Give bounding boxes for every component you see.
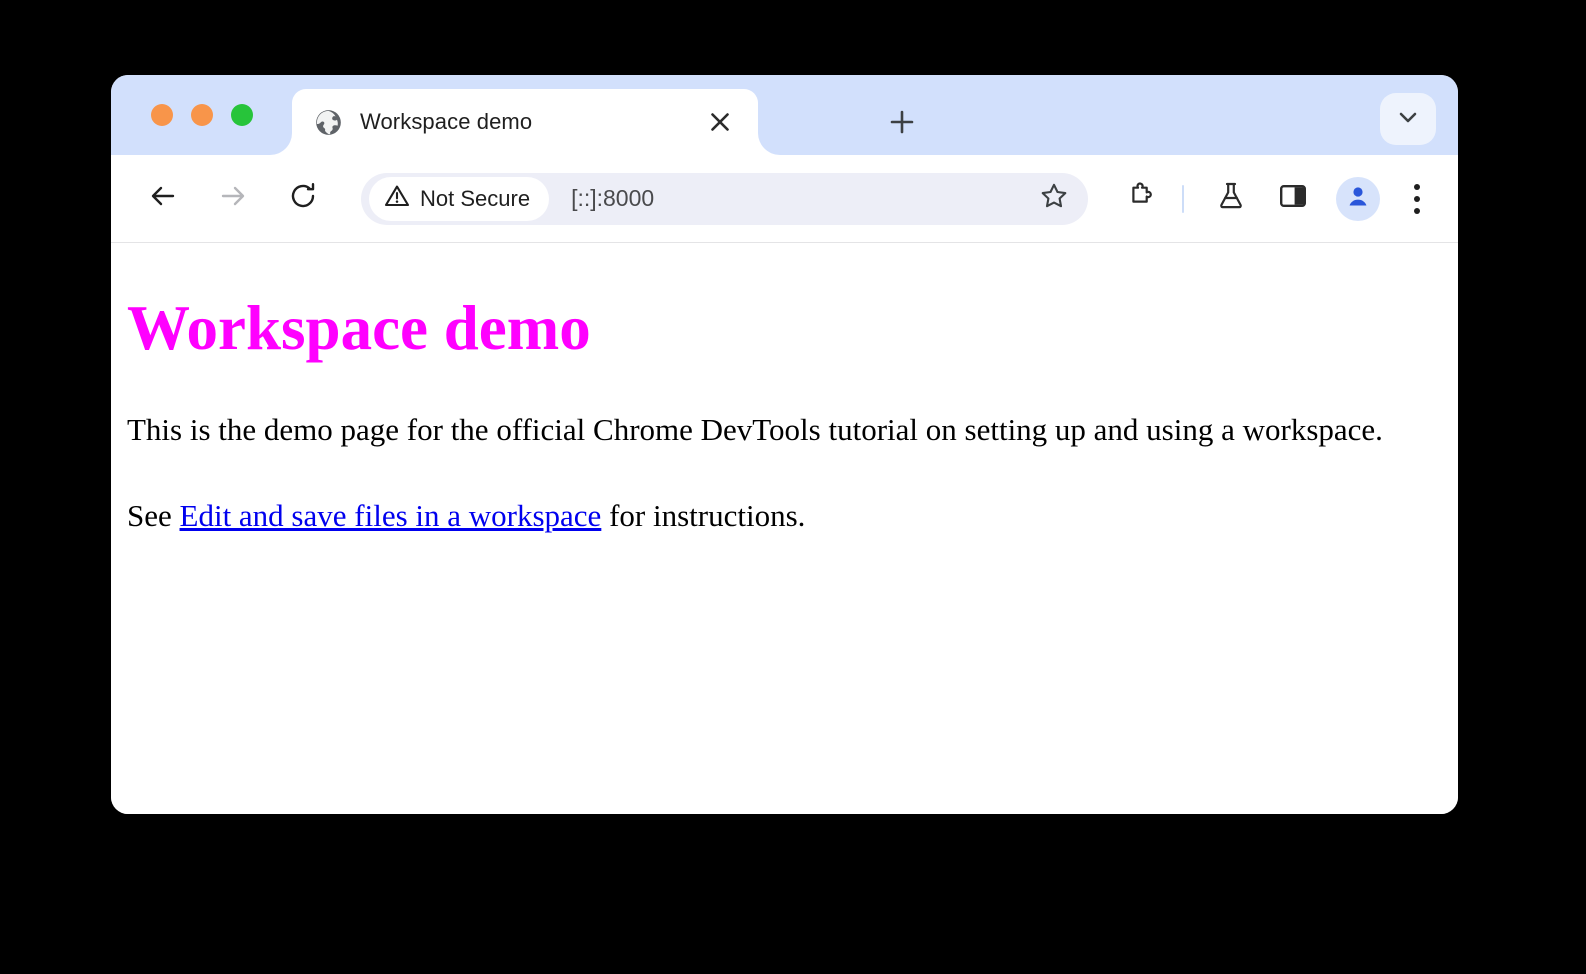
instructions-prefix: See — [127, 498, 180, 533]
chrome-labs-button[interactable] — [1206, 174, 1256, 224]
browser-window: Workspace demo — [111, 75, 1458, 814]
address-bar[interactable]: Not Secure [::]:8000 — [361, 173, 1088, 225]
arrow-left-icon — [148, 181, 178, 216]
menu-dot-bottom — [1414, 208, 1420, 214]
star-icon — [1040, 182, 1068, 215]
globe-icon — [314, 108, 343, 137]
url-text[interactable]: [::]:8000 — [571, 185, 1032, 212]
browser-tab-workspace-demo[interactable]: Workspace demo — [292, 89, 758, 155]
close-icon[interactable] — [700, 102, 740, 142]
side-panel-icon — [1278, 181, 1308, 216]
person-avatar-icon — [1343, 181, 1373, 216]
reload-icon — [288, 181, 318, 216]
window-close-button[interactable] — [151, 104, 173, 126]
plus-icon — [889, 109, 915, 140]
flask-icon — [1215, 180, 1247, 217]
tab-corner-right — [758, 133, 780, 155]
warning-triangle-icon — [384, 183, 410, 214]
profile-button[interactable] — [1336, 177, 1380, 221]
tab-search-button[interactable] — [1380, 93, 1436, 145]
page-title: Workspace demo — [127, 294, 1442, 363]
back-button[interactable] — [139, 175, 187, 223]
tab-title: Workspace demo — [360, 109, 700, 135]
page-viewport: Workspace demo This is the demo page for… — [111, 243, 1458, 814]
toolbar-divider — [1182, 185, 1184, 213]
arrow-right-icon — [218, 181, 248, 216]
forward-button — [209, 175, 257, 223]
window-controls — [151, 104, 253, 126]
bookmark-this-tab-button[interactable] — [1032, 177, 1076, 221]
intro-paragraph: This is the demo page for the official C… — [127, 411, 1442, 449]
instructions-paragraph: See Edit and save files in a workspace f… — [127, 497, 1442, 535]
browser-toolbar: Not Secure [::]:8000 — [111, 155, 1458, 243]
three-dot-menu-icon[interactable] — [1394, 174, 1440, 224]
extensions-button[interactable] — [1116, 174, 1166, 224]
reload-button[interactable] — [279, 175, 327, 223]
security-status-chip[interactable]: Not Secure — [369, 177, 549, 221]
security-status-label: Not Secure — [420, 186, 530, 212]
tab-corner-left — [270, 133, 292, 155]
menu-dot-middle — [1414, 196, 1420, 202]
side-panel-button[interactable] — [1268, 174, 1318, 224]
instructions-suffix: for instructions. — [601, 498, 805, 533]
workspace-tutorial-link[interactable]: Edit and save files in a workspace — [180, 498, 602, 533]
new-tab-button[interactable] — [881, 103, 923, 145]
window-minimize-button[interactable] — [191, 104, 213, 126]
puzzle-piece-icon — [1125, 180, 1157, 217]
window-zoom-button[interactable] — [231, 104, 253, 126]
menu-dot-top — [1414, 184, 1420, 190]
chevron-down-icon — [1396, 105, 1420, 134]
tab-strip: Workspace demo — [111, 75, 1458, 155]
